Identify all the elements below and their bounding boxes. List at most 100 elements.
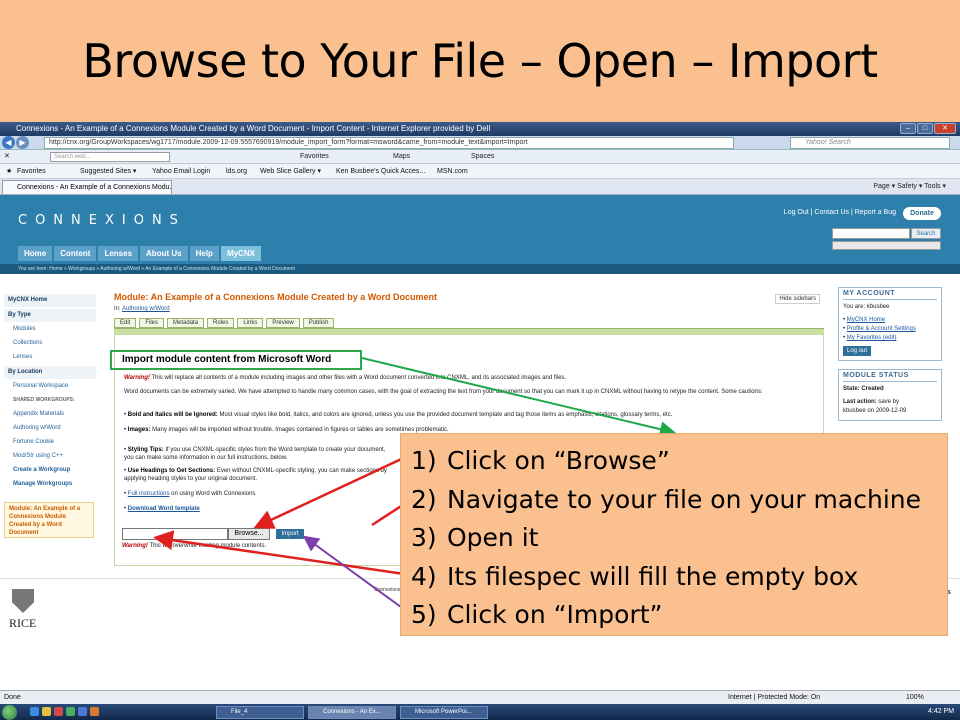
download-template-link[interactable]: Download Word template (128, 506, 200, 512)
toolbar-maps[interactable]: Maps (393, 150, 410, 164)
close-button[interactable]: ✕ (934, 123, 956, 134)
search-toolbar: ✕ Search web... Favorites Maps Spaces (0, 150, 960, 164)
callout-step-5: 5) Click on “Import” (411, 600, 663, 629)
back-button[interactable]: ◀ (2, 136, 15, 149)
donate-button[interactable]: Donate (903, 207, 941, 220)
tab-roles[interactable]: Roles (207, 318, 235, 328)
excel-quicklaunch-icon[interactable] (66, 707, 75, 716)
app-quicklaunch-icon[interactable] (54, 707, 63, 716)
hide-sidebars-button[interactable]: Hide sidebars (775, 294, 820, 304)
module-in-label: In: (114, 306, 121, 312)
close-toolbar-icon[interactable]: ✕ (4, 150, 10, 164)
tab-preview[interactable]: Preview (266, 318, 300, 328)
favorites-bar: ★ Favorites Suggested Sites ▾ Yahoo Emai… (0, 164, 960, 179)
ie-quicklaunch-icon[interactable] (30, 707, 39, 716)
warning-label: Warning! (124, 375, 150, 381)
nav-tab-home[interactable]: Home (18, 246, 53, 261)
module-in-link[interactable]: Authoring w/Word (122, 306, 170, 312)
status-bar: Done Internet | Protected Mode: On 100% (0, 690, 960, 704)
sidebar-item-lenses[interactable]: Lenses (4, 350, 96, 364)
cnx-search-input[interactable] (832, 228, 910, 239)
account-link-profile[interactable]: Profile & Account Settings (847, 326, 916, 332)
status-last-action-user: kbusbee on 2009-12-09 (843, 408, 907, 414)
taskbar-button-file[interactable]: File_4 (216, 706, 304, 719)
sidebar-by-location[interactable]: By Location (4, 366, 96, 379)
sidebar-item-personal-workspace[interactable]: Personal Workspace (4, 379, 96, 393)
nav-tab-about-us[interactable]: About Us (140, 246, 188, 261)
callout-steps: 1) Click on “Browse” 2) Navigate to your f… (411, 442, 921, 635)
logout-button[interactable]: Log out (843, 346, 872, 356)
cnx-top-links[interactable]: Log Out | Contact Us | Report a Bug (784, 209, 896, 216)
sidebar-item-appendix[interactable]: Appendix Materials (4, 407, 96, 421)
tab-metadata[interactable]: Metadata (167, 318, 205, 328)
cnx-logo[interactable]: CONNEXIONS (18, 213, 186, 228)
nav-tab-content[interactable]: Content (54, 246, 97, 261)
maximize-button[interactable]: □ (917, 123, 933, 134)
sidebar-item-create-workgroup[interactable]: Create a Workgroup (4, 463, 96, 477)
fav-suggested-sites[interactable]: Suggested Sites ▾ (80, 164, 136, 179)
account-link-mycnx[interactable]: MyCNX Home (847, 317, 885, 323)
ppt-quicklaunch-icon[interactable] (90, 707, 99, 716)
right-sidebar: MY ACCOUNT You are: kbusbee • MyCNX Home… (838, 287, 942, 429)
import-heading: Import module content from Microsoft Wor… (110, 350, 362, 370)
my-account-title: MY ACCOUNT (843, 290, 937, 300)
favorites-button[interactable]: Favorites (17, 164, 46, 179)
yahoo-search-input[interactable]: Yahoo! Search (790, 137, 950, 149)
full-instructions-link[interactable]: Full instructions (128, 491, 170, 497)
websearch-input[interactable]: Search web... (50, 152, 170, 162)
nav-tab-mycnx[interactable]: MyCNX (220, 246, 261, 261)
account-link-favorites[interactable]: My Favorites (edit) (847, 335, 897, 341)
edit-tabs: Edit Files Metadata Roles Links Preview … (114, 318, 335, 328)
cnx-header: CONNEXIONS Log Out | Contact Us | Report… (0, 195, 960, 273)
cnx-nav-tabs: Home Content Lenses About Us Help MyCNX (18, 246, 261, 261)
word-quicklaunch-icon[interactable] (78, 707, 87, 716)
module-title: Module: An Example of a Connexions Modul… (114, 292, 438, 302)
taskbar: File_4 Connexions - An Ex... Microsoft P… (0, 704, 960, 720)
browse-button[interactable]: Browse... (228, 528, 270, 540)
command-bar[interactable]: Page ▾ Safety ▾ Tools ▾ (873, 179, 946, 195)
fav-quick-access[interactable]: Ken Busbee's Quick Acces... (336, 164, 425, 179)
tab-files[interactable]: Files (139, 318, 165, 328)
toolbar-spaces[interactable]: Spaces (471, 150, 494, 164)
fav-msn[interactable]: MSN.com (437, 164, 468, 179)
sidebar-item-collections[interactable]: Collections (4, 336, 96, 350)
taskbar-button-powerpoint[interactable]: Microsoft PowerPoi... (400, 706, 488, 719)
sidebar-item-manage-workgroups[interactable]: Manage Workgroups (4, 477, 96, 491)
tab-links[interactable]: Links (237, 318, 264, 328)
address-input[interactable]: http://cnx.org/GroupWorkspaces/wg1717/mo… (44, 137, 734, 149)
nav-tab-lenses[interactable]: Lenses (98, 246, 139, 261)
browser-tab[interactable]: Connexions - An Example of a Connexions … (2, 180, 172, 194)
sidebar-item-authoring[interactable]: Authoring w/Word (4, 421, 96, 435)
fav-yahoo-email[interactable]: Yahoo Email Login (152, 164, 210, 179)
tab-edit[interactable]: Edit (114, 318, 137, 328)
tab-publish[interactable]: Publish (302, 318, 335, 328)
cnx-search-scrollbar[interactable] (832, 241, 941, 250)
folder-quicklaunch-icon[interactable] (42, 707, 51, 716)
sidebar-by-type[interactable]: By Type (4, 309, 96, 322)
toolbar-favorites[interactable]: Favorites (300, 150, 329, 164)
sidebar-mycnx-home[interactable]: MyCNX Home (4, 294, 96, 307)
slide-title-band: Browse to Your File – Open – Import (0, 0, 960, 122)
fav-lds[interactable]: lds.org (226, 164, 247, 179)
taskbar-button-connexions[interactable]: Connexions - An Ex... (308, 706, 396, 719)
module-status-box: MODULE STATUS State: Created Last action… (838, 369, 942, 421)
file-path-input[interactable] (122, 528, 228, 540)
cnx-search-button[interactable]: Search (911, 228, 941, 239)
minimize-button[interactable]: – (900, 123, 916, 134)
bullet-bold-italics: • Bold and Italics will be Ignored: Most… (124, 412, 673, 418)
sidebar-item-mod-str[interactable]: Mod/Str using C++ (4, 449, 96, 463)
status-zone: Internet | Protected Mode: On (728, 694, 821, 701)
import-button[interactable]: Import (276, 529, 304, 539)
forward-button[interactable]: ▶ (16, 136, 29, 149)
sidebar-item-fortune-cookie[interactable]: Fortune Cookie (4, 435, 96, 449)
nav-tab-help[interactable]: Help (189, 246, 219, 261)
bullet-styling-tips: • Styling Tips: If you use CNXML-specifi… (124, 447, 386, 461)
start-button-icon[interactable] (2, 705, 17, 720)
zoom-level[interactable]: 100% (906, 691, 924, 704)
fav-web-slice[interactable]: Web Slice Gallery ▾ (260, 164, 321, 179)
sidebar-current-module[interactable]: Module: An Example of a Connexions Modul… (4, 502, 94, 538)
sidebar-item-modules[interactable]: Modules (4, 322, 96, 336)
breadcrumb[interactable]: You are here: Home » Workgroups » Author… (0, 264, 960, 274)
sidebar-shared-workgroups-label: SHARED WORKGROUPS: (13, 397, 75, 403)
slide-title: Browse to Your File – Open – Import (82, 34, 878, 88)
